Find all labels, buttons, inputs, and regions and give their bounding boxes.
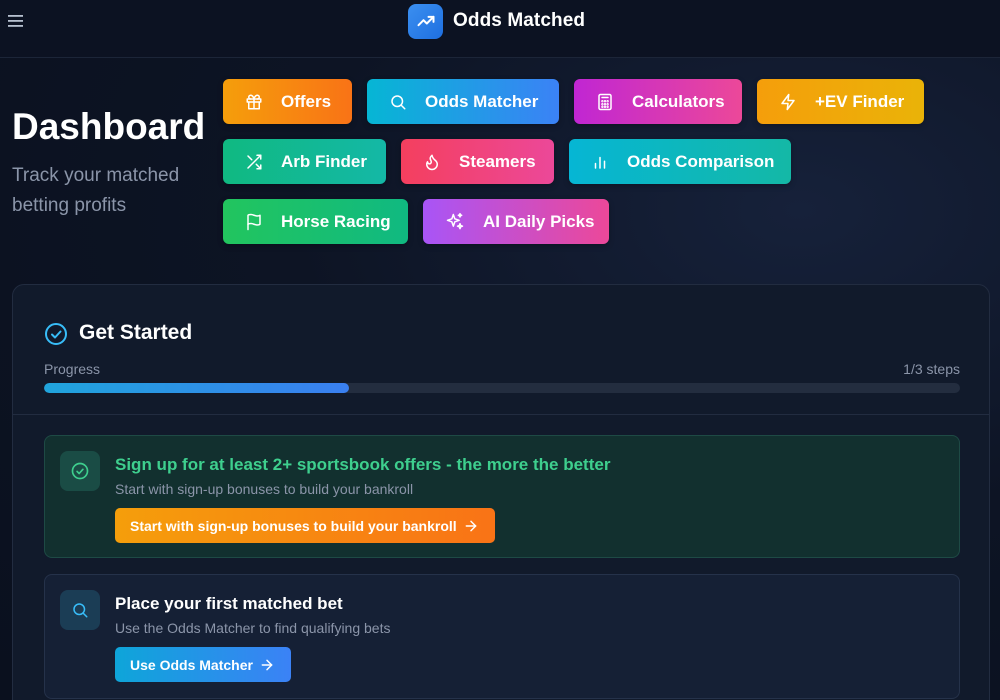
nav-button-offers[interactable]: Offers: [223, 79, 352, 124]
check-circle-icon: [60, 451, 100, 491]
search-icon: [60, 590, 100, 630]
use-odds-matcher-button[interactable]: Use Odds Matcher: [115, 647, 291, 682]
nav-button-calculators[interactable]: Calculators: [574, 79, 742, 124]
nav-button-horse-racing[interactable]: Horse Racing: [223, 199, 408, 244]
arrow-right-icon: [261, 659, 273, 670]
button-label: Start with sign-up bonuses to build your…: [130, 517, 457, 534]
nav-button-odds-comparison[interactable]: Odds Comparison: [569, 139, 791, 184]
sparkles-icon: [446, 212, 464, 229]
nav-button-label: Calculators: [632, 91, 725, 111]
nav-button-label: +EV Finder: [815, 91, 905, 111]
nav-button-ai-daily-picks[interactable]: AI Daily Picks: [423, 199, 609, 244]
nav-button-label: Odds Matcher: [425, 91, 539, 111]
nav-button-odds-matcher[interactable]: Odds Matcher: [367, 79, 559, 124]
brand[interactable]: Odds Matched: [408, 3, 585, 39]
step-title: Sign up for at least 2+ sportsbook offer…: [115, 455, 611, 474]
nav-button-label: Odds Comparison: [627, 151, 775, 171]
step-title: Place your first matched bet: [115, 594, 343, 613]
arrow-right-icon: [465, 520, 477, 531]
nav-button-label: Steamers: [459, 151, 536, 171]
top-bar: Odds Matched: [0, 0, 1000, 58]
nav-button-label: Offers: [281, 91, 332, 111]
calculator-icon: [598, 93, 612, 110]
progress-bar-fill: [44, 383, 350, 393]
flame-icon: [426, 154, 438, 170]
card-title: Get Started: [79, 321, 193, 344]
nav-button-ev-finder[interactable]: +EV Finder: [757, 79, 924, 124]
progress-label: Progress: [44, 361, 101, 377]
step-item: Sign up for at least 2+ sportsbook offer…: [44, 435, 960, 558]
nav-button-arb-finder[interactable]: Arb Finder: [223, 139, 386, 184]
flag-icon: [247, 213, 261, 230]
step-description: Use the Odds Matcher to find qualifying …: [115, 620, 391, 636]
get-started-card: Get Started Progress 1/3 steps Sign up f…: [12, 284, 990, 700]
progress-steps: 1/3 steps: [903, 361, 960, 377]
nav-button-steamers[interactable]: Steamers: [401, 139, 554, 184]
step-description: Start with sign-up bonuses to build your…: [115, 481, 414, 497]
search-icon: [391, 94, 406, 109]
nav-button-label: AI Daily Picks: [483, 211, 595, 231]
bar-chart-icon: [594, 156, 606, 169]
step-item: Place your first matched bet Use the Odd…: [44, 574, 960, 699]
lightning-icon: [781, 93, 795, 110]
button-label: Use Odds Matcher: [130, 656, 253, 673]
signup-bonuses-button[interactable]: Start with sign-up bonuses to build your…: [115, 508, 495, 543]
nav-button-label: Horse Racing: [281, 211, 391, 231]
page-subtitle: Track your matched betting profits: [12, 165, 180, 216]
divider: [13, 414, 989, 415]
trending-up-icon: [408, 3, 443, 39]
check-circle-icon: [44, 322, 68, 351]
brand-name: Odds Matched: [453, 10, 586, 31]
gift-icon: [246, 94, 262, 109]
progress-bar: [44, 383, 960, 393]
hamburger-menu-icon[interactable]: [8, 12, 24, 30]
page-title: Dashboard: [12, 106, 206, 147]
nav-button-label: Arb Finder: [281, 151, 367, 171]
shuffle-icon: [247, 154, 262, 169]
